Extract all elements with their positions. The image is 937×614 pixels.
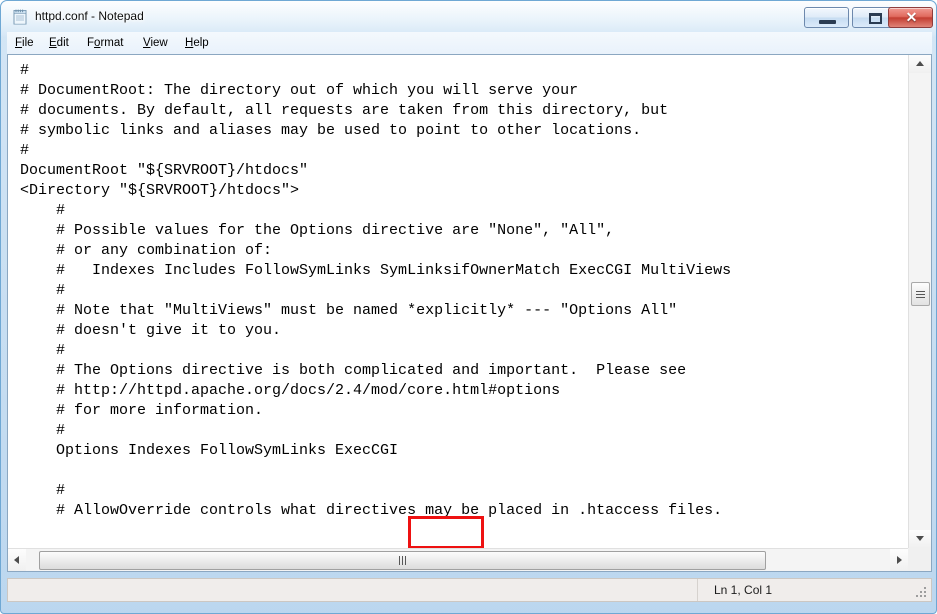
vertical-scrollbar-thumb[interactable] <box>911 282 930 306</box>
status-bar: Ln 1, Col 1 <box>7 578 932 602</box>
menu-item-help[interactable]: Help <box>181 35 213 51</box>
status-cell-empty <box>8 579 698 601</box>
chevron-down-icon <box>916 536 924 541</box>
editor-line: # The Options directive is both complica… <box>20 362 687 379</box>
grip-line <box>916 294 925 295</box>
editor-line: # <box>20 482 66 499</box>
grip-line <box>405 556 406 565</box>
editor-line: # or any combination of: <box>20 242 273 259</box>
editor-client-area: # # DocumentRoot: The directory out of wh… <box>7 54 932 572</box>
grip-line <box>402 556 403 565</box>
text-editor[interactable]: # # DocumentRoot: The directory out of wh… <box>8 55 908 548</box>
menu-item-edit[interactable]: Edit <box>45 35 73 51</box>
notepad-icon <box>11 8 29 26</box>
scroll-down-button[interactable] <box>909 530 931 548</box>
menu-bar: File Edit Format View Help <box>7 32 932 54</box>
scroll-right-button[interactable] <box>890 549 908 571</box>
editor-line: # Indexes Includes FollowSymLinks SymLin… <box>20 262 732 279</box>
editor-line: # Possible values for the Options direct… <box>20 222 615 239</box>
editor-line: # documents. By default, all requests ar… <box>20 102 669 119</box>
close-icon: ✕ <box>905 9 918 25</box>
editor-line: # DocumentRoot: The directory out of whi… <box>20 82 579 99</box>
chevron-left-icon <box>14 556 19 564</box>
editor-line: # <box>20 142 30 159</box>
editor-line: # <box>20 282 66 299</box>
editor-line: # <box>20 202 66 219</box>
editor-line: # doesn't give it to you. <box>20 322 282 339</box>
horizontal-scrollbar-thumb[interactable] <box>39 551 766 570</box>
chevron-up-icon <box>916 61 924 66</box>
minimize-button[interactable] <box>804 7 849 28</box>
resize-grip[interactable] <box>914 585 928 599</box>
grip-line <box>916 297 925 298</box>
scroll-left-button[interactable] <box>8 549 26 571</box>
editor-line: # http://httpd.apache.org/docs/2.4/mod/c… <box>20 382 561 399</box>
grip-line <box>916 291 925 292</box>
editor-line: # <box>20 422 66 439</box>
menu-item-format[interactable]: Format <box>83 35 127 51</box>
editor-line: # <box>20 62 30 79</box>
menu-item-file[interactable]: File <box>11 35 38 51</box>
maximize-icon <box>869 13 882 24</box>
editor-line: # symbolic links and aliases may be used… <box>20 122 642 139</box>
editor-line: # AllowOverride controls what directives… <box>20 502 723 519</box>
editor-line: # for more information. <box>20 402 264 419</box>
vertical-scrollbar[interactable] <box>908 55 931 548</box>
menu-item-view[interactable]: View <box>139 35 172 51</box>
minimize-icon <box>819 20 836 24</box>
chevron-right-icon <box>897 556 902 564</box>
grip-line <box>399 556 400 565</box>
horizontal-scrollbar[interactable] <box>8 548 908 571</box>
scrollbar-corner <box>908 548 931 571</box>
editor-line: # Note that "MultiViews" must be named *… <box>20 302 678 319</box>
notepad-window: httpd.conf - Notepad ✕ File Edit Format … <box>0 0 937 614</box>
editor-line: # <box>20 342 66 359</box>
scroll-up-button[interactable] <box>909 55 931 73</box>
editor-line: Options Indexes FollowSymLinks ExecCGI <box>20 442 399 459</box>
title-bar[interactable]: httpd.conf - Notepad ✕ <box>2 2 937 32</box>
close-button[interactable]: ✕ <box>888 7 933 28</box>
cursor-position-status: Ln 1, Col 1 <box>714 583 773 597</box>
editor-line: <Directory "${SRVROOT}/htdocs"> <box>20 182 300 199</box>
editor-line: DocumentRoot "${SRVROOT}/htdocs" <box>20 162 309 179</box>
window-title: httpd.conf - Notepad <box>35 9 144 23</box>
